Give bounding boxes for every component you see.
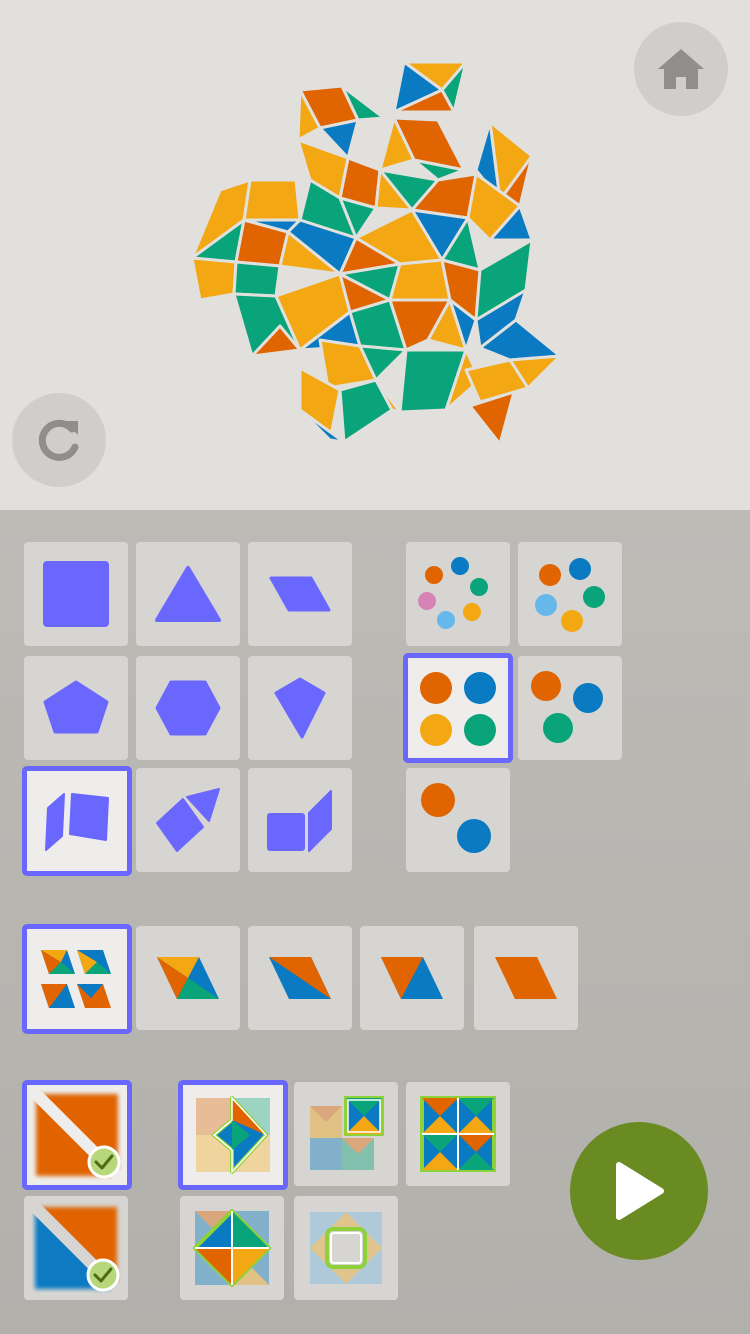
corner-square-icon [310,1096,384,1170]
background-orange-tile[interactable] [22,1080,132,1190]
redo-button[interactable] [12,393,106,487]
full-grid-icon [420,1096,496,1172]
canvas-area[interactable] [0,0,750,510]
shape-parallelogram-tile[interactable] [248,542,352,646]
fill-style-four-triangle-tile[interactable] [136,926,240,1030]
shape-triangle-tile[interactable] [136,542,240,646]
square-parallelogram-shape-icon [267,790,332,852]
four-triangle-fill-icon [157,957,219,999]
shape-split-rhombus-tile[interactable] [22,766,132,876]
play-button[interactable] [570,1122,708,1260]
rhombus-triangle-shape-icon [156,788,220,852]
symmetry-full-grid-tile[interactable] [406,1082,510,1186]
pattern-artwork[interactable] [180,50,570,450]
color-set-two-tile[interactable] [406,768,510,872]
three-colors-icon [531,671,603,743]
color-set-three-tile[interactable] [518,656,622,760]
shape-kite-tile[interactable] [248,656,352,760]
home-button[interactable] [634,22,728,116]
shape-square-tile[interactable] [24,542,128,646]
empty-square-icon [310,1212,382,1284]
shape-rhombus-triangle-tile[interactable] [136,768,240,872]
split-rhombus-shape-icon [45,793,109,851]
solid-fill-icon [495,957,557,999]
redo-icon [38,419,79,461]
symmetry-diamond-arrow-tile[interactable] [178,1080,288,1190]
palette-panel [0,510,750,1334]
symmetry-diamond-center-tile[interactable] [180,1196,284,1300]
color-set-four-tile[interactable] [403,653,513,763]
shape-hexagon-tile[interactable] [136,656,240,760]
color-set-five-tile[interactable] [518,542,622,646]
two-colors-icon [421,783,491,853]
five-colors-icon [535,558,605,632]
four-colors-icon [420,672,496,746]
mixed-fill-icon [41,950,111,1008]
orange-background-icon [32,1090,122,1180]
fill-style-two-triangle-b-tile[interactable] [360,926,464,1030]
fill-style-two-triangle-a-tile[interactable] [248,926,352,1030]
six-colors-icon [418,557,488,629]
symmetry-corner-square-tile[interactable] [294,1082,398,1186]
two-triangle-a-fill-icon [269,957,331,999]
shape-pentagon-tile[interactable] [24,656,128,760]
home-icon [658,49,704,89]
hexagon-shape-icon [155,680,221,736]
kite-shape-icon [274,677,326,739]
diamond-arrow-icon [196,1096,270,1174]
shape-square-parallelogram-tile[interactable] [248,768,352,872]
parallelogram-shape-icon [269,576,331,612]
background-blue-tile[interactable] [24,1196,128,1300]
pentagon-shape-icon [43,680,109,734]
square-shape-icon [43,561,109,627]
symmetry-empty-square-tile[interactable] [294,1196,398,1300]
two-triangle-b-fill-icon [381,957,443,999]
color-set-six-tile[interactable] [406,542,510,646]
diamond-center-icon [193,1209,271,1287]
blue-background-icon [31,1203,121,1293]
triangle-shape-icon [155,566,221,622]
fill-style-mixed-tile[interactable] [22,924,132,1034]
play-icon [616,1162,664,1220]
fill-style-solid-tile[interactable] [474,926,578,1030]
